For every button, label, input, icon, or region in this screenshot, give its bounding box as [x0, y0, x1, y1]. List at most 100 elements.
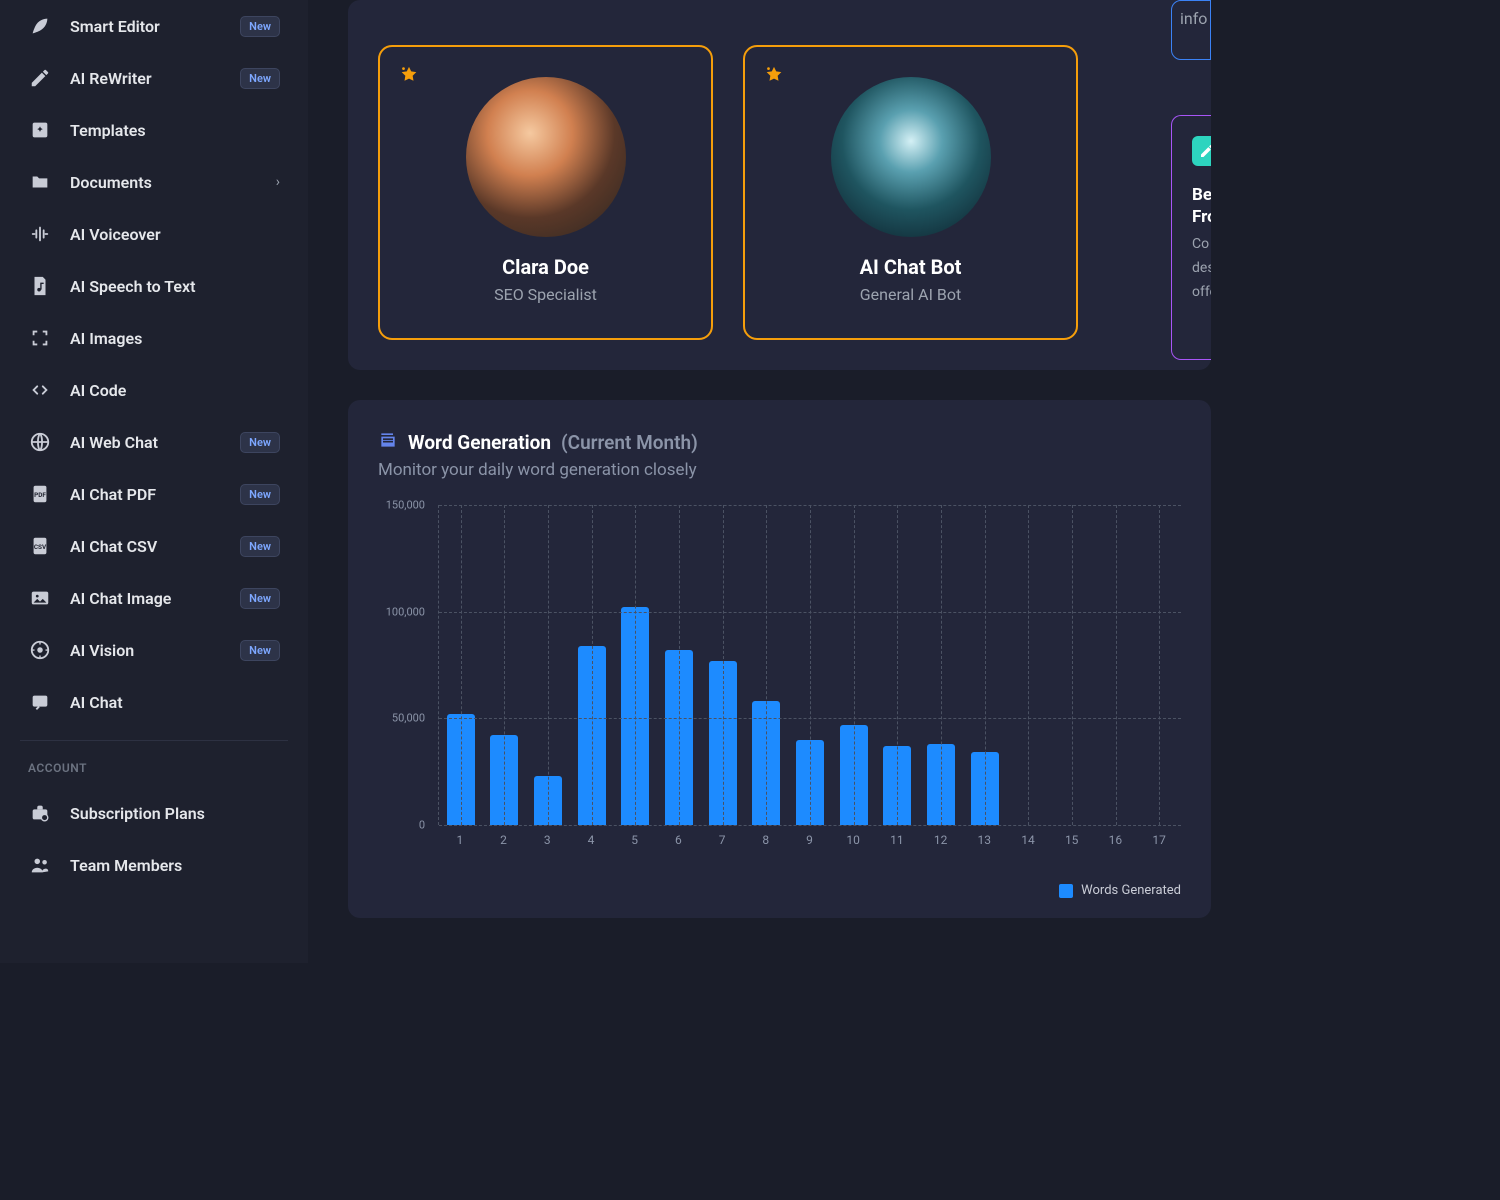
x-axis-label: 8: [744, 833, 788, 847]
folder-icon: [28, 170, 52, 194]
chart-subtitle: (Current Month): [561, 431, 698, 454]
star-icon: [398, 65, 420, 91]
sidebar-item-label: AI Chat PDF: [70, 485, 240, 504]
pen-icon: [28, 66, 52, 90]
x-axis-label: 10: [831, 833, 875, 847]
account-section-label: ACCOUNT: [20, 740, 288, 787]
sidebar-item-ai-chat-image[interactable]: AI Chat ImageNew: [20, 572, 288, 624]
info-card-partial-2[interactable]: Be Fro Co des offe: [1171, 115, 1211, 360]
x-axis-label: 5: [613, 833, 657, 847]
pdf-icon: PDF: [28, 482, 52, 506]
sidebar-item-ai-images[interactable]: AI Images: [20, 312, 288, 364]
agent-role: SEO Specialist: [494, 285, 597, 304]
chart-description: Monitor your daily word generation close…: [378, 460, 1181, 480]
x-axis-label: 3: [525, 833, 569, 847]
x-axis-label: 17: [1137, 833, 1181, 847]
sidebar-item-ai-vision[interactable]: AI VisionNew: [20, 624, 288, 676]
y-axis-label: 100,000: [386, 605, 425, 618]
sidebar-item-templates[interactable]: Templates: [20, 104, 288, 156]
y-axis-label: 150,000: [386, 499, 425, 512]
music-file-icon: [28, 274, 52, 298]
y-axis-label: 0: [419, 819, 425, 832]
new-badge: New: [240, 640, 280, 661]
sidebar-item-label: AI Voiceover: [70, 225, 280, 244]
x-axis-label: 2: [482, 833, 526, 847]
new-badge: New: [240, 68, 280, 89]
agent-name: Clara Doe: [502, 255, 589, 279]
vision-icon: [28, 638, 52, 662]
info-card-partial-1[interactable]: info: [1171, 0, 1211, 60]
avatar: [831, 77, 991, 237]
frame-icon: [28, 326, 52, 350]
chevron-right-icon: ›: [276, 174, 280, 190]
sidebar-item-label: AI ReWriter: [70, 69, 240, 88]
sidebar-item-team-members[interactable]: Team Members: [20, 839, 288, 891]
sidebar-item-ai-chat[interactable]: AI Chat: [20, 676, 288, 728]
sidebar-item-label: AI Code: [70, 381, 280, 400]
sidebar: Smart EditorNewAI ReWriterNewTemplatesDo…: [0, 0, 308, 963]
agent-card-bot[interactable]: AI Chat Bot General AI Bot: [743, 45, 1078, 340]
new-badge: New: [240, 588, 280, 609]
x-axis-label: 1: [438, 833, 482, 847]
chart-legend: Words Generated: [378, 883, 1181, 898]
sidebar-item-smart-editor[interactable]: Smart EditorNew: [20, 0, 288, 52]
legend-swatch: [1059, 884, 1073, 898]
x-axis-label: 15: [1050, 833, 1094, 847]
sidebar-item-label: AI Vision: [70, 641, 240, 660]
new-badge: New: [240, 16, 280, 37]
csv-icon: CSV: [28, 534, 52, 558]
sidebar-item-ai-code[interactable]: AI Code: [20, 364, 288, 416]
sidebar-item-label: Templates: [70, 121, 280, 140]
people-icon: [28, 853, 52, 877]
sidebar-item-ai-chat-pdf[interactable]: PDF AI Chat PDFNew: [20, 468, 288, 520]
new-badge: New: [240, 432, 280, 453]
new-badge: New: [240, 536, 280, 557]
info-desc-line: offe: [1192, 284, 1211, 300]
x-axis-label: 11: [875, 833, 919, 847]
x-axis-label: 16: [1094, 833, 1138, 847]
x-axis-label: 7: [700, 833, 744, 847]
agent-name: AI Chat Bot: [860, 255, 962, 279]
sidebar-item-ai-speech-to-text[interactable]: AI Speech to Text: [20, 260, 288, 312]
chart-title: Word Generation: [408, 431, 551, 454]
globe-icon: [28, 430, 52, 454]
chart-area: 050,000100,000150,000 123456789101112131…: [378, 505, 1181, 865]
sidebar-item-label: Documents: [70, 173, 276, 192]
sidebar-item-subscription-plans[interactable]: Subscription Plans: [20, 787, 288, 839]
legend-label: Words Generated: [1081, 883, 1181, 898]
sidebar-item-ai-voiceover[interactable]: AI Voiceover: [20, 208, 288, 260]
new-badge: New: [240, 484, 280, 505]
sidebar-item-label: AI Chat: [70, 693, 280, 712]
sidebar-item-label: AI Chat CSV: [70, 537, 240, 556]
x-axis-label: 13: [962, 833, 1006, 847]
y-axis-label: 50,000: [392, 712, 425, 725]
main-content: Clara Doe SEO Specialist AI Chat Bot Gen…: [308, 0, 1211, 963]
star-icon: [763, 65, 785, 91]
info-title-line: Fro: [1192, 206, 1211, 228]
avatar: [466, 77, 626, 237]
sidebar-item-label: AI Speech to Text: [70, 277, 280, 296]
x-axis-label: 14: [1006, 833, 1050, 847]
sparkle-box-icon: [28, 118, 52, 142]
sidebar-item-label: AI Chat Image: [70, 589, 240, 608]
info-title-line: Be: [1192, 184, 1211, 206]
sidebar-item-label: Subscription Plans: [70, 804, 280, 823]
sidebar-item-label: Team Members: [70, 856, 280, 875]
svg-text:CSV: CSV: [34, 543, 47, 551]
agent-card-clara[interactable]: Clara Doe SEO Specialist: [378, 45, 713, 340]
sidebar-item-label: AI Images: [70, 329, 280, 348]
info-text: info: [1180, 9, 1207, 28]
chat-icon: [28, 690, 52, 714]
x-axis-label: 9: [788, 833, 832, 847]
svg-text:PDF: PDF: [34, 491, 46, 499]
x-axis-label: 12: [919, 833, 963, 847]
waveform-icon: [28, 222, 52, 246]
info-desc-line: Co: [1192, 236, 1211, 252]
sidebar-item-ai-web-chat[interactable]: AI Web ChatNew: [20, 416, 288, 468]
sidebar-item-ai-chat-csv[interactable]: CSV AI Chat CSVNew: [20, 520, 288, 572]
sidebar-item-ai-rewriter[interactable]: AI ReWriterNew: [20, 52, 288, 104]
sidebar-item-documents[interactable]: Documents›: [20, 156, 288, 208]
agents-section: Clara Doe SEO Specialist AI Chat Bot Gen…: [348, 0, 1211, 370]
sidebar-item-label: Smart Editor: [70, 17, 240, 36]
word-generation-panel: Word Generation (Current Month) Monitor …: [348, 400, 1211, 918]
